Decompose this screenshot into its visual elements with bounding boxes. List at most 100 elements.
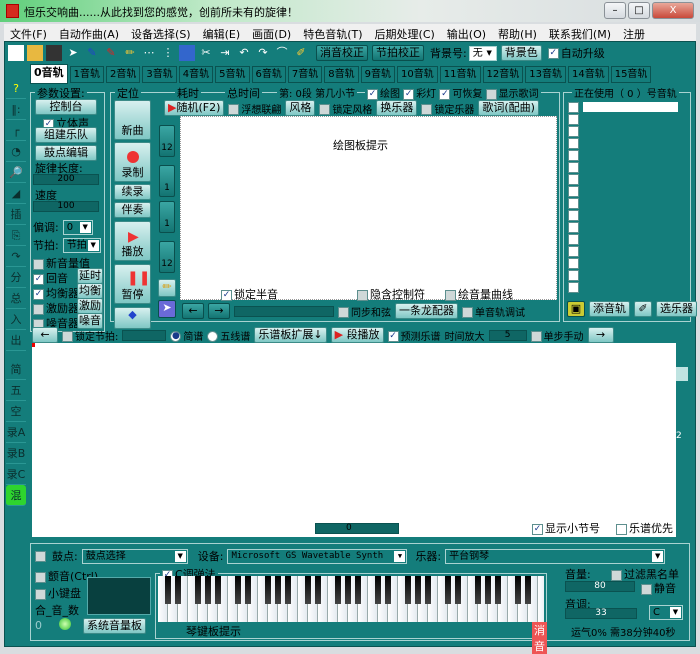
- key-select[interactable]: 0 ▼: [62, 219, 93, 235]
- record-button[interactable]: 录制: [114, 142, 151, 182]
- track-checkbox[interactable]: [568, 149, 579, 161]
- drum-select[interactable]: 鼓点选择 ▼: [81, 548, 188, 564]
- select-box-icon[interactable]: [179, 45, 195, 61]
- curve-icon[interactable]: ↷: [6, 246, 26, 267]
- tab-track-8[interactable]: 8音轨: [324, 66, 359, 83]
- split-tool[interactable]: 分: [6, 267, 26, 288]
- draw-checkbox[interactable]: ✓: [367, 88, 378, 100]
- total-tool[interactable]: 总: [6, 288, 26, 309]
- arc-icon[interactable]: ⌒: [274, 45, 290, 61]
- piano-black-key[interactable]: [525, 576, 531, 604]
- piano-black-key[interactable]: [245, 576, 251, 604]
- piano-black-key[interactable]: [215, 576, 221, 604]
- tab-track-2[interactable]: 2音轨: [106, 66, 141, 83]
- piano-black-key[interactable]: [315, 576, 321, 604]
- track-checkbox[interactable]: [568, 281, 579, 293]
- speed-slider[interactable]: 100: [33, 201, 99, 212]
- tremolo-checkbox[interactable]: [35, 571, 46, 583]
- piano-white-key[interactable]: [538, 576, 544, 622]
- right-arrow-button[interactable]: →: [208, 303, 230, 319]
- continue-record-button[interactable]: 续录: [114, 184, 151, 200]
- mute-checkbox[interactable]: [641, 583, 652, 595]
- empty-tool[interactable]: 空: [6, 401, 26, 422]
- beat-slider[interactable]: [122, 329, 167, 341]
- pointer-tool-button[interactable]: ➤: [158, 300, 176, 318]
- piano-black-key[interactable]: [355, 576, 361, 604]
- bracket-icon[interactable]: ┌: [6, 120, 26, 141]
- menu-post[interactable]: 后期处理(C): [369, 24, 441, 41]
- track-list[interactable]: [568, 101, 678, 296]
- blue-pen-icon[interactable]: ✎: [84, 45, 100, 61]
- volume-slider[interactable]: 80: [565, 581, 635, 592]
- piano-black-key[interactable]: [485, 576, 491, 604]
- brush-track-icon[interactable]: ✐: [634, 301, 652, 317]
- piano-black-key[interactable]: [205, 576, 211, 604]
- track-checkbox[interactable]: [568, 173, 579, 185]
- track-row[interactable]: [568, 221, 678, 233]
- tab-track-11[interactable]: 11音轨: [439, 66, 481, 83]
- piano-black-key[interactable]: [495, 576, 501, 604]
- save-track-icon[interactable]: ▣: [567, 301, 585, 317]
- maximize-button[interactable]: □: [628, 2, 650, 19]
- piano-black-key[interactable]: [235, 576, 241, 604]
- instrument-select[interactable]: 平台钢琴 ▼: [445, 548, 666, 564]
- track-row[interactable]: [568, 245, 678, 257]
- draw-volume-checkbox[interactable]: [445, 289, 456, 301]
- tab-track-7[interactable]: 7音轨: [287, 66, 323, 83]
- filter-blacklist-checkbox[interactable]: [611, 569, 622, 581]
- track-checkbox[interactable]: [568, 113, 579, 125]
- export-tool[interactable]: 出: [6, 330, 26, 351]
- segment-play-button[interactable]: ▶ 段播放: [330, 327, 384, 343]
- piano-black-key[interactable]: [385, 576, 391, 604]
- up-1-button[interactable]: 1: [159, 165, 175, 197]
- score-first-checkbox[interactable]: [616, 523, 627, 535]
- score-v-scrollbar[interactable]: 2: [676, 343, 688, 537]
- score-area[interactable]: 0 ✓ 显示小节号 乐谱优先: [32, 343, 676, 537]
- track-row[interactable]: [568, 113, 678, 125]
- track-row[interactable]: [568, 233, 678, 245]
- lyrics-button[interactable]: 歌词(配曲): [478, 100, 539, 116]
- band-button[interactable]: 组建乐队: [35, 127, 97, 143]
- track-row[interactable]: [568, 269, 678, 281]
- device-select[interactable]: Microsoft GS Wavetable Synth ▼: [227, 548, 408, 564]
- piano-black-key[interactable]: [415, 576, 421, 604]
- down-1-button[interactable]: 1: [159, 201, 175, 233]
- track-checkbox[interactable]: [568, 209, 579, 221]
- close-button[interactable]: X: [652, 2, 694, 19]
- track-row[interactable]: [568, 173, 678, 185]
- piano-black-key[interactable]: [455, 576, 461, 604]
- track-checkbox[interactable]: [568, 197, 579, 209]
- system-volume-button[interactable]: 系统音量板: [83, 618, 146, 634]
- piano-black-key[interactable]: [265, 576, 271, 604]
- tab-track-4[interactable]: 4音轨: [178, 66, 214, 83]
- add-track-button[interactable]: 添音轨: [589, 301, 630, 317]
- tab-track-12[interactable]: 12音轨: [482, 66, 524, 83]
- piano-black-key[interactable]: [165, 576, 171, 604]
- import-tool[interactable]: 入: [6, 309, 26, 330]
- down-12-button[interactable]: 12: [159, 241, 175, 273]
- expand-score-button[interactable]: 乐谱板扩展↓: [254, 327, 327, 343]
- staff-tool[interactable]: 五: [6, 380, 26, 401]
- choose-instrument-button[interactable]: 选乐器: [656, 301, 697, 317]
- lock-beat-checkbox[interactable]: [62, 331, 73, 342]
- piano-black-key[interactable]: [195, 576, 201, 604]
- style-button[interactable]: 风格: [285, 100, 316, 116]
- menu-view[interactable]: 画面(D): [246, 24, 297, 41]
- tab-track-10[interactable]: 10音轨: [397, 66, 438, 83]
- track-checkbox[interactable]: [568, 101, 579, 113]
- track-checkbox[interactable]: [568, 125, 579, 137]
- menu-special-track[interactable]: 特色音轨(T): [297, 24, 368, 41]
- menu-edit[interactable]: 编辑(E): [197, 24, 247, 41]
- piano-keyboard[interactable]: [158, 576, 544, 622]
- staff-radio[interactable]: [207, 331, 219, 342]
- track-checkbox[interactable]: [568, 137, 579, 149]
- brush-icon[interactable]: ✐: [293, 45, 309, 61]
- cut-icon[interactable]: ✂: [198, 45, 214, 61]
- tab-track-15[interactable]: 15音轨: [610, 66, 652, 83]
- noise-fix-button[interactable]: 消音校正: [316, 45, 368, 61]
- up-12-button[interactable]: 12: [159, 125, 175, 157]
- repeat-icon[interactable]: ‖:: [6, 99, 26, 120]
- canvas-slider[interactable]: [234, 305, 334, 317]
- melody-length-slider[interactable]: 200: [33, 174, 99, 185]
- mini-keyboard-checkbox[interactable]: [35, 588, 46, 600]
